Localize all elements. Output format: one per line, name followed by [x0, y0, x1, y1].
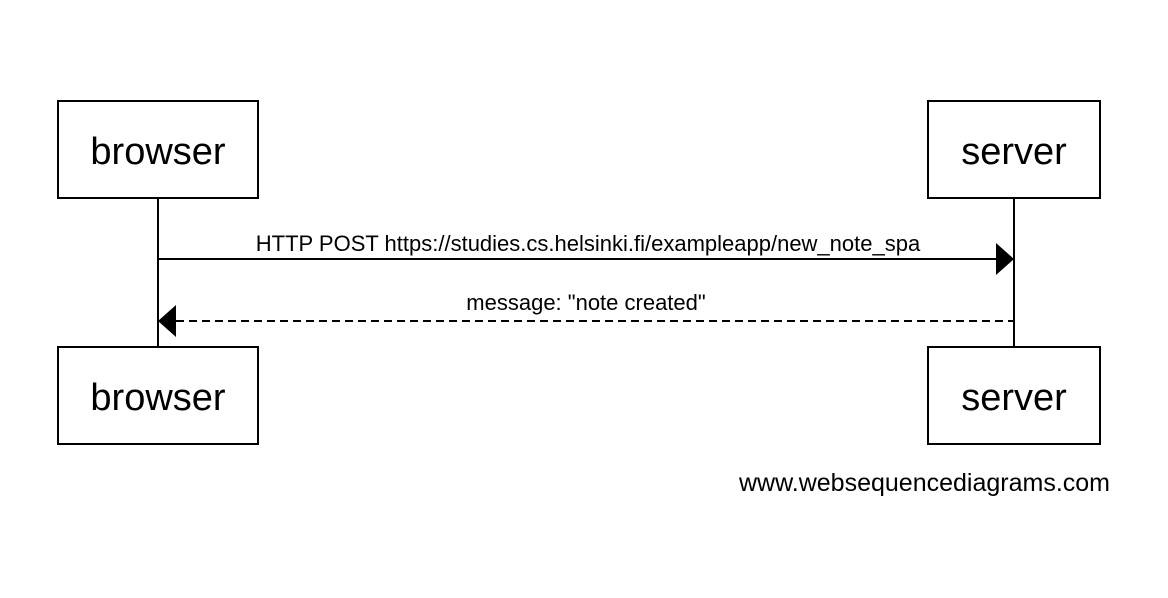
server-participant-bottom: server — [927, 346, 1101, 445]
response-arrow-head — [158, 305, 176, 337]
browser-participant-top: browser — [57, 100, 259, 199]
request-arrow-head — [996, 243, 1014, 275]
message-response: message: "note created" — [158, 290, 1014, 337]
browser-participant-bottom-label: browser — [90, 377, 225, 419]
browser-participant-top-label: browser — [90, 131, 225, 173]
server-participant-top: server — [927, 100, 1101, 199]
server-participant-top-label: server — [961, 131, 1067, 173]
server-participant-bottom-label: server — [961, 377, 1067, 419]
browser-participant-bottom: browser — [57, 346, 259, 445]
sequence-diagram: browser server HTTP POST https://studies… — [57, 100, 1110, 497]
watermark-text: www.websequencediagrams.com — [738, 469, 1110, 497]
message-request: HTTP POST https://studies.cs.helsinki.fi… — [158, 231, 1014, 275]
response-message-label: message: "note created" — [466, 290, 705, 315]
request-message-label: HTTP POST https://studies.cs.helsinki.fi… — [256, 231, 921, 256]
